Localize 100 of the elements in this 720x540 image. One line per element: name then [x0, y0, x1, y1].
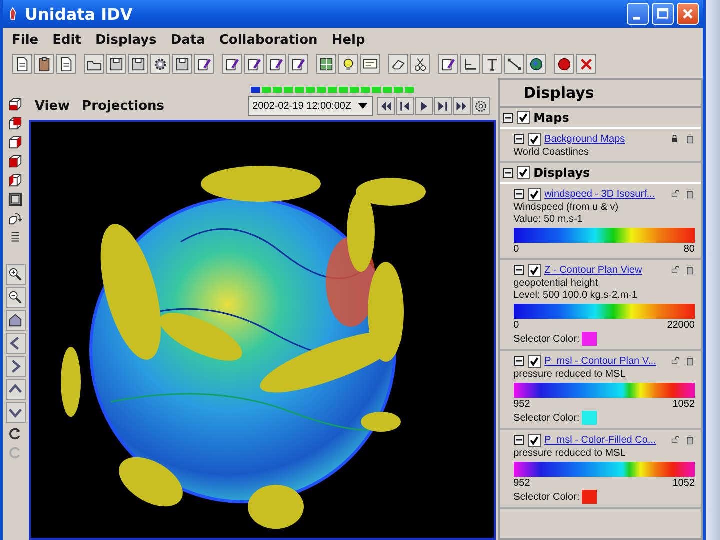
pencil-icon	[224, 56, 240, 72]
toolbar-button[interactable]	[266, 54, 286, 74]
toolbar-button[interactable]	[288, 54, 308, 74]
toolbar-button[interactable]	[316, 54, 336, 74]
maximize-button[interactable]	[652, 3, 674, 25]
app-icon	[7, 6, 19, 22]
frame-marker[interactable]	[272, 87, 282, 93]
display-link[interactable]: Z - Contour Plan View	[544, 264, 642, 276]
expand-toggle[interactable]	[514, 189, 524, 199]
trash-icon	[685, 188, 695, 200]
expand-toggle[interactable]	[514, 134, 524, 144]
toolbar-button[interactable]	[360, 54, 380, 74]
checkbox[interactable]	[528, 188, 541, 200]
toolbar-button[interactable]	[84, 54, 104, 74]
checkbox[interactable]	[516, 166, 530, 179]
frame-marker[interactable]	[382, 87, 392, 93]
description-text: Windspeed (from u & v)	[514, 202, 620, 213]
animation-button[interactable]	[472, 97, 490, 115]
toolbar-button[interactable]	[244, 54, 264, 74]
toolbar-button[interactable]	[150, 54, 170, 74]
scissors-icon	[412, 56, 428, 72]
frame-marker[interactable]	[338, 87, 348, 93]
range-max: 80	[684, 244, 695, 255]
frame-marker[interactable]	[262, 87, 271, 93]
color-swatch[interactable]	[582, 490, 597, 504]
frame-marker[interactable]	[306, 87, 315, 93]
menu-item[interactable]: Displays	[95, 32, 157, 48]
cube-icon	[8, 173, 24, 188]
expand-toggle[interactable]	[514, 356, 524, 366]
toolbar-button[interactable]	[388, 54, 408, 74]
checkbox[interactable]	[528, 354, 541, 368]
expand-toggle[interactable]	[502, 168, 513, 178]
range-max: 22000	[667, 320, 695, 331]
animation-button[interactable]	[414, 97, 433, 115]
view-button[interactable]	[6, 287, 26, 308]
toolbar-button[interactable]	[172, 54, 192, 74]
frame-marker[interactable]	[350, 87, 359, 93]
menu-item[interactable]: Projections	[82, 99, 164, 114]
time-dropdown[interactable]: 2002-02-19 12:00:00Z	[248, 96, 373, 116]
cube-icon	[8, 135, 24, 150]
toolbar-button[interactable]	[194, 54, 214, 74]
minimize-button[interactable]	[627, 3, 649, 25]
toolbar-button[interactable]	[222, 54, 242, 74]
display-link[interactable]: P_msl - Color-Filled Co...	[544, 434, 656, 446]
toolbar-button[interactable]	[460, 54, 480, 74]
checkbox[interactable]	[528, 264, 541, 276]
frame-marker[interactable]	[328, 87, 337, 93]
display-link[interactable]: P_msl - Contour Plan V...	[544, 356, 656, 366]
menu-item[interactable]: Help	[332, 32, 366, 48]
menu-item[interactable]: File	[12, 32, 39, 48]
document-icon	[14, 56, 30, 72]
toolbar-button[interactable]	[34, 54, 54, 74]
toolbar-button[interactable]	[526, 54, 546, 74]
frame-marker[interactable]	[404, 87, 414, 93]
range-max: 1052	[672, 478, 695, 489]
selector-label: Selector Color:	[514, 492, 580, 502]
animation-button[interactable]	[396, 97, 414, 115]
clipboard-icon	[36, 56, 52, 72]
view-button[interactable]	[6, 264, 26, 285]
expand-toggle[interactable]	[514, 435, 524, 445]
checkbox[interactable]	[528, 132, 541, 146]
checkbox[interactable]	[528, 434, 541, 446]
toolbar-button[interactable]	[56, 54, 76, 74]
gear-icon	[152, 56, 168, 72]
frame-marker[interactable]	[394, 87, 403, 93]
menu-item[interactable]: View	[34, 99, 70, 114]
animation-button[interactable]	[452, 97, 471, 115]
frame-marker[interactable]	[250, 87, 260, 93]
toolbar-button[interactable]	[106, 54, 126, 74]
toolbar-button[interactable]	[504, 54, 524, 74]
animation-button[interactable]	[434, 97, 452, 115]
toolbar-button[interactable]	[128, 54, 148, 74]
expand-toggle[interactable]	[514, 265, 524, 275]
frame-marker[interactable]	[294, 87, 304, 93]
toolbar-button[interactable]	[12, 54, 32, 74]
toolbar-button[interactable]	[438, 54, 458, 74]
close-button[interactable]	[677, 3, 699, 25]
frame-marker[interactable]	[316, 87, 326, 93]
display-link[interactable]: windspeed - 3D Isosurf...	[544, 188, 656, 200]
frame-marker[interactable]	[284, 87, 293, 93]
menu-item[interactable]: Collaboration	[219, 32, 318, 48]
checkbox[interactable]	[516, 111, 530, 124]
menu-item[interactable]: Data	[170, 32, 206, 48]
animation-button[interactable]	[376, 97, 395, 115]
toolbar-button[interactable]	[338, 54, 358, 74]
toolbar-button[interactable]	[482, 54, 502, 74]
display-link[interactable]: Background Maps	[544, 134, 626, 144]
frame-icon	[8, 192, 24, 207]
frame-marker[interactable]	[360, 87, 370, 93]
color-swatch[interactable]	[582, 332, 597, 346]
expand-toggle[interactable]	[502, 112, 513, 122]
view-button[interactable]	[6, 310, 26, 331]
description-text: geopotential height	[514, 278, 600, 289]
section-title: Maps	[534, 110, 570, 124]
color-swatch[interactable]	[582, 411, 597, 425]
toolbar-button[interactable]	[554, 54, 574, 74]
toolbar-button[interactable]	[410, 54, 430, 74]
pencil-icon	[196, 56, 212, 72]
menu-item[interactable]: Edit	[52, 32, 82, 48]
frame-marker[interactable]	[372, 87, 381, 93]
